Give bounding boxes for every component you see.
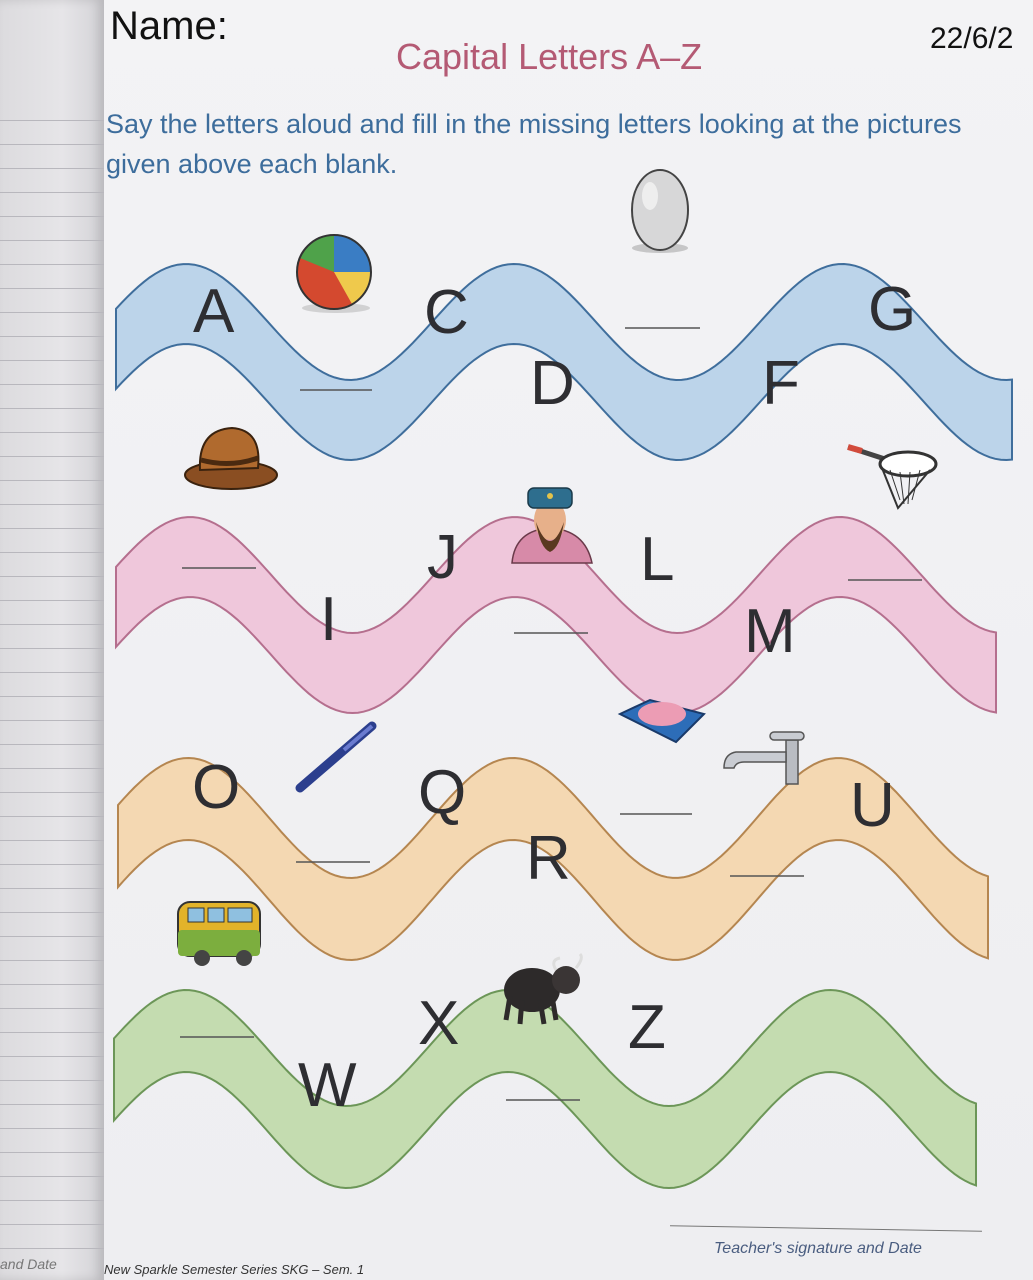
letter-l: L — [640, 525, 674, 594]
left-page-footer: and Date — [0, 1256, 57, 1272]
letter-i: I — [320, 585, 337, 654]
tap-picture — [723, 731, 805, 785]
pen-picture — [295, 721, 377, 793]
hat-picture — [184, 426, 278, 490]
letter-o: O — [192, 753, 240, 822]
letter-q: Q — [418, 758, 466, 827]
letter-j: J — [427, 523, 458, 592]
letter-u: U — [850, 771, 895, 840]
letter-r: R — [526, 824, 571, 893]
letter-x: X — [418, 989, 459, 1058]
book-title: New Sparkle Semester Series SKG – Sem. 1 — [104, 1262, 365, 1277]
letter-g: G — [868, 275, 916, 344]
worksheet-waves: A C D F G J I L M O Q R U W X Z — [113, 169, 1013, 1190]
egg-picture — [631, 169, 689, 253]
letter-c: C — [424, 278, 469, 347]
ball-picture — [296, 234, 372, 313]
letter-f: F — [762, 349, 800, 418]
letter-m: M — [744, 597, 796, 666]
teacher-signature-label: Teacher's signature and Date — [714, 1240, 922, 1257]
letter-a: A — [193, 277, 235, 346]
letter-w: W — [298, 1051, 357, 1120]
van-picture — [177, 901, 261, 966]
letter-z: Z — [628, 993, 666, 1062]
net-picture — [847, 444, 938, 510]
letter-d: D — [530, 349, 575, 418]
